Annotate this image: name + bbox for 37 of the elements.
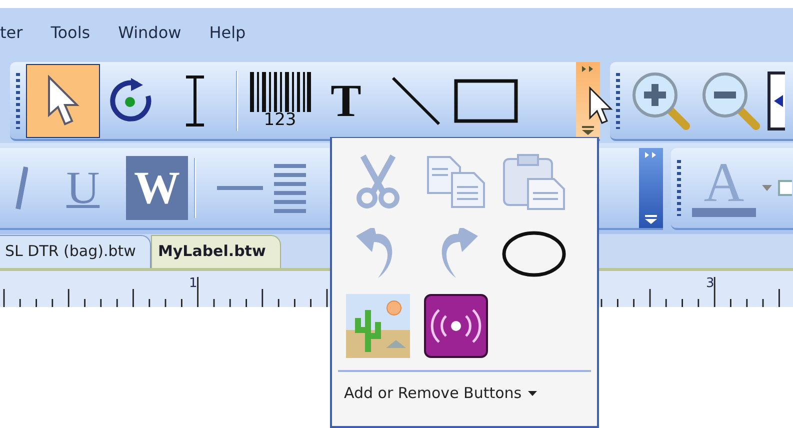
zoom-out-icon [701,70,761,130]
menu-item[interactable]: Window [104,25,196,41]
chevron-icon [645,152,657,158]
zoom-in-icon [631,70,691,130]
caret-icon [528,390,537,396]
rectangle-icon [454,78,518,122]
ruler-number: 3 [706,277,714,290]
document-tab[interactable]: SL DTR (bag).btw [0,234,151,268]
text-cursor-icon [183,74,207,126]
tool-button[interactable] [26,64,100,138]
menu-item[interactable]: ter [0,25,37,41]
caret-icon [582,126,594,135]
arrow-box-icon [767,70,785,130]
mouse-cursor-icon [588,86,614,126]
add-remove-buttons-menu[interactable]: Add or Remove Buttons [344,382,537,404]
line-icon [391,76,441,126]
justify-icon [274,162,306,214]
chevron-icon [582,66,594,72]
toolbar-overflow-button[interactable] [639,148,663,228]
tool-button[interactable]: 123 [244,64,316,138]
caret-icon [762,184,772,190]
barcode-icon [248,72,312,112]
menu-item[interactable]: Tools [36,25,104,41]
menu-icon-button[interactable] [422,296,490,356]
rotate-icon [107,78,153,124]
pointer-icon [46,74,80,126]
document-tab[interactable]: MyLabel.btw [150,234,281,268]
menu-item[interactable]: Help [195,25,260,41]
caret-icon [645,214,657,224]
clipboard-icon [502,153,566,211]
ellipse-icon [502,230,566,278]
tool-button[interactable]: W [126,156,188,220]
ruler-number: 1 [189,277,198,290]
documents-icon [426,155,486,209]
tool-button[interactable]: T [316,64,376,138]
cactus-picture-icon [346,294,410,358]
wireless-signal-icon [424,294,488,358]
